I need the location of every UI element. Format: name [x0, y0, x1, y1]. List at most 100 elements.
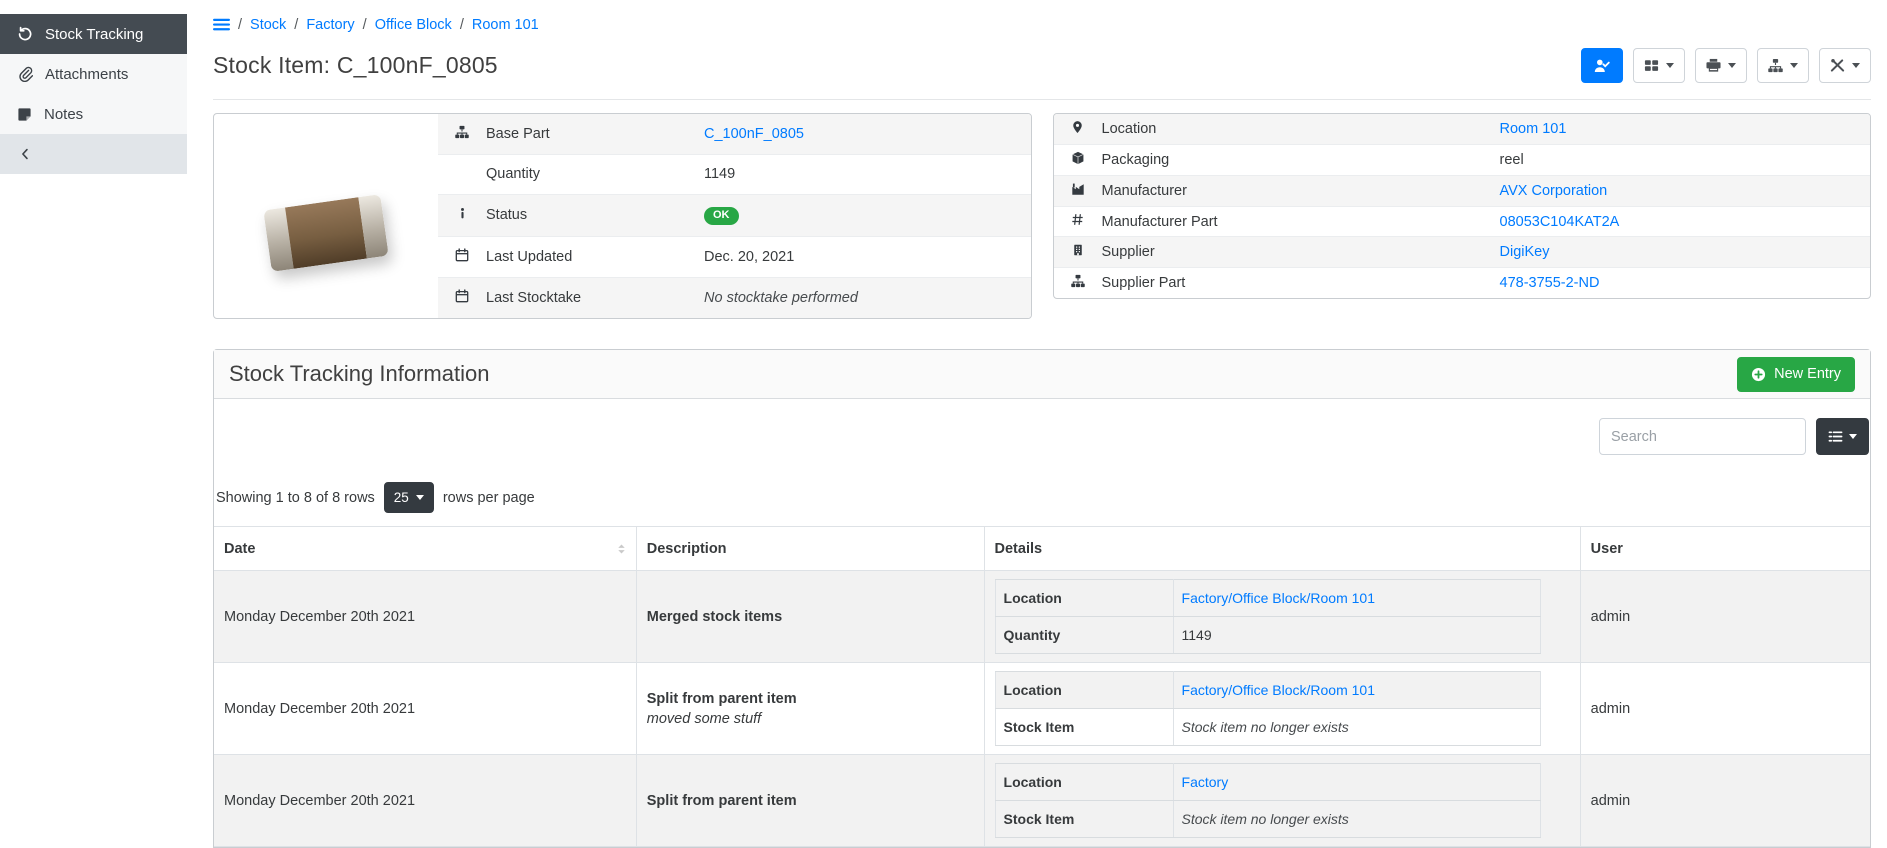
print-actions-button[interactable]: [1695, 48, 1747, 83]
breadcrumb-separator: /: [363, 17, 367, 33]
new-entry-button[interactable]: New Entry: [1737, 357, 1855, 392]
column-header-description[interactable]: Description: [636, 527, 984, 571]
last-stocktake-value: No stocktake performed: [704, 290, 858, 306]
search-input[interactable]: [1599, 418, 1806, 455]
detail-subrow: Stock Item Stock item no longer exists: [995, 709, 1540, 746]
detail-row-quantity: Quantity 1149: [438, 154, 1031, 194]
detail-label: Quantity: [476, 154, 694, 194]
column-header-details[interactable]: Details: [984, 527, 1580, 571]
stock-item-details-panel: Base Part C_100nF_0805 Quantity 1149: [213, 113, 1032, 319]
map-marker-icon: [1071, 120, 1084, 134]
detail-row-last-updated: Last Updated Dec. 20, 2021: [438, 237, 1031, 278]
detail-label: Supplier Part: [1092, 268, 1490, 299]
manufacturer-link[interactable]: AVX Corporation: [1500, 183, 1608, 199]
breadcrumb-link-factory[interactable]: Factory: [306, 17, 354, 33]
supplier-details-panel: Location Room 101 Packaging reel: [1053, 113, 1872, 299]
manufacturer-part-link[interactable]: 08053C104KAT2A: [1500, 214, 1620, 230]
stock-actions-button[interactable]: [1757, 48, 1809, 83]
breadcrumb-link-stock[interactable]: Stock: [250, 17, 286, 33]
base-part-link[interactable]: C_100nF_0805: [704, 126, 804, 142]
pagination-info: Showing 1 to 8 of 8 rows 25 rows per pag…: [214, 482, 1870, 513]
title-divider: [213, 99, 1871, 100]
sidebar-item-stock-tracking[interactable]: Stock Tracking: [0, 14, 187, 54]
app-window: Stock Tracking Attachments Notes: [0, 0, 1887, 805]
part-thumbnail[interactable]: [214, 114, 438, 318]
edit-actions-button[interactable]: [1819, 48, 1871, 83]
detail-row-last-stocktake: Last Stocktake No stocktake performed: [438, 278, 1031, 318]
breadcrumb-link-office-block[interactable]: Office Block: [375, 17, 452, 33]
stock-admin-button[interactable]: [1581, 48, 1623, 83]
detail-location-link[interactable]: Factory: [1182, 774, 1229, 790]
page-size-selector[interactable]: 25: [384, 482, 434, 513]
status-badge: OK: [704, 207, 739, 225]
list-icon: [1828, 429, 1843, 444]
tracking-details-table: Location Factory/Office Block/Room 101 S…: [995, 671, 1541, 746]
tracking-user: admin: [1580, 755, 1870, 847]
tracking-description: Split from parent item: [647, 691, 974, 707]
printer-icon: [1706, 58, 1721, 73]
detail-label: Last Updated: [476, 237, 694, 278]
tracking-details-table: Location Factory/Office Block/Room 101 Q…: [995, 579, 1541, 654]
stock-item-toolbar: [1581, 48, 1871, 83]
note-icon: [17, 107, 32, 122]
detail-sublabel: Quantity: [995, 617, 1173, 654]
table-columns-button[interactable]: [1816, 418, 1869, 455]
tracking-date: Monday December 20th 2021: [214, 755, 636, 847]
sidebar-item-attachments[interactable]: Attachments: [0, 54, 187, 94]
section-title: Stock Tracking Information: [229, 361, 489, 387]
breadcrumb-separator: /: [460, 17, 464, 33]
detail-label: Location: [1092, 114, 1490, 145]
sitemap-icon: [455, 125, 469, 139]
sidebar: Stock Tracking Attachments Notes: [0, 0, 187, 805]
menu-icon[interactable]: [213, 16, 230, 33]
detail-sublabel: Location: [995, 764, 1173, 801]
detail-row-supplier: Supplier DigiKey: [1054, 237, 1871, 268]
tracking-description: Split from parent item: [647, 793, 974, 809]
sort-icon[interactable]: [615, 542, 628, 556]
detail-sublabel: Stock Item: [995, 709, 1173, 746]
calendar-icon: [455, 289, 469, 303]
detail-location-link[interactable]: Factory/Office Block/Room 101: [1182, 682, 1375, 698]
hash-icon: [1071, 213, 1084, 226]
detail-panels: Base Part C_100nF_0805 Quantity 1149: [213, 113, 1871, 319]
caret-down-icon: [416, 495, 424, 500]
detail-label: Manufacturer: [1092, 176, 1490, 207]
tools-icon: [1830, 58, 1845, 73]
detail-label: Base Part: [476, 114, 694, 154]
detail-location-link[interactable]: Factory/Office Block/Room 101: [1182, 590, 1375, 606]
location-link[interactable]: Room 101: [1500, 121, 1567, 137]
barcode-actions-button[interactable]: [1633, 48, 1685, 83]
tracking-user: admin: [1580, 571, 1870, 663]
box-icon: [1071, 151, 1085, 165]
sidebar-collapse-button[interactable]: [0, 134, 187, 174]
sidebar-item-notes[interactable]: Notes: [0, 94, 187, 134]
tracking-row[interactable]: Monday December 20th 2021 Split from par…: [214, 755, 1870, 847]
page-size-value: 25: [394, 490, 409, 505]
detail-label: Supplier: [1092, 237, 1490, 268]
capacitor-image: [263, 194, 388, 272]
detail-row-base-part: Base Part C_100nF_0805: [438, 114, 1031, 154]
detail-subrow: Stock Item Stock item no longer exists: [995, 801, 1540, 838]
supplier-link[interactable]: DigiKey: [1500, 244, 1550, 260]
detail-sublabel: Stock Item: [995, 801, 1173, 838]
tracking-row[interactable]: Monday December 20th 2021 Merged stock i…: [214, 571, 1870, 663]
page-title: Stock Item: C_100nF_0805: [213, 52, 498, 79]
detail-sublabel: Location: [995, 672, 1173, 709]
last-updated-value: Dec. 20, 2021: [694, 237, 1031, 278]
supplier-part-link[interactable]: 478-3755-2-ND: [1500, 275, 1600, 291]
sidebar-item-label: Stock Tracking: [45, 26, 143, 43]
column-header-date[interactable]: Date: [214, 527, 636, 571]
detail-subrow: Quantity 1149: [995, 617, 1540, 654]
sitemap-icon: [1768, 58, 1783, 73]
detail-row-supplier-part: Supplier Part 478-3755-2-ND: [1054, 268, 1871, 299]
detail-row-status: Status OK: [438, 194, 1031, 236]
tracking-date: Monday December 20th 2021: [214, 663, 636, 755]
stock-tracking-body: Showing 1 to 8 of 8 rows 25 rows per pag…: [214, 399, 1870, 847]
title-row: Stock Item: C_100nF_0805: [213, 48, 1871, 83]
tracking-row[interactable]: Monday December 20th 2021 Split from par…: [214, 663, 1870, 755]
capacitor-body: [285, 197, 367, 269]
column-header-user[interactable]: User: [1580, 527, 1870, 571]
breadcrumb-link-room-101[interactable]: Room 101: [472, 17, 539, 33]
breadcrumb: / Stock / Factory / Office Block / Room …: [213, 16, 1871, 33]
detail-subvalue: Stock item no longer exists: [1182, 719, 1349, 735]
